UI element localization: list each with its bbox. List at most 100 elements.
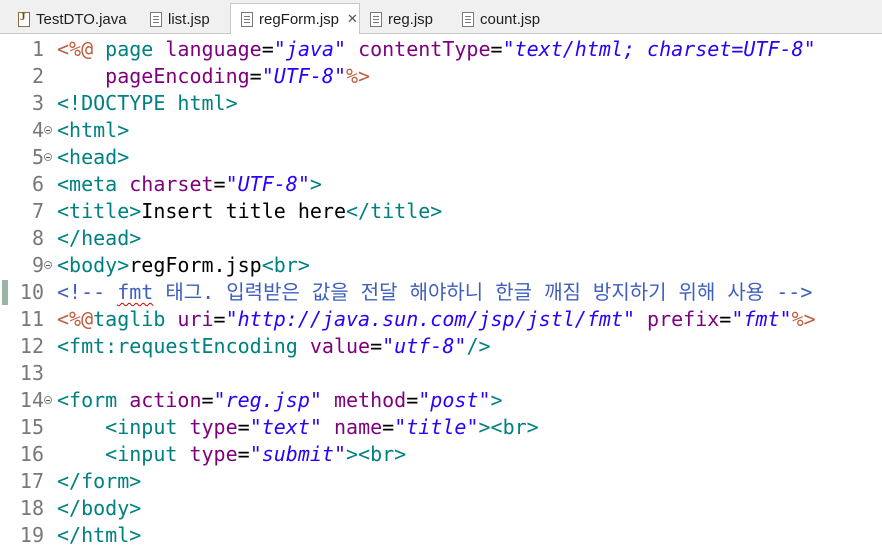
line-number: 7 bbox=[31, 199, 44, 223]
code-line[interactable]: 9 <body>regForm.jsp<br> bbox=[0, 252, 882, 279]
code-line[interactable]: 7 <title>Insert title here</title> bbox=[0, 198, 882, 225]
code-token: "title" bbox=[394, 415, 479, 439]
code-token: = bbox=[213, 307, 226, 331]
code-token: "http://java.sun.com/jsp/jstl/fmt" bbox=[225, 307, 635, 331]
code-line[interactable]: 12 <fmt:requestEncoding value="utf-8"/> bbox=[0, 333, 882, 360]
code-token: = bbox=[261, 37, 274, 61]
code-line[interactable]: 14 <form action="reg.jsp" method="post"> bbox=[0, 387, 882, 414]
code-token: = bbox=[213, 172, 226, 196]
tab-label: regForm.jsp bbox=[259, 10, 340, 28]
code-text: <html> bbox=[57, 117, 129, 144]
code-token: </form> bbox=[57, 469, 142, 493]
code-line[interactable]: 19 </html> bbox=[0, 522, 882, 549]
code-token: <input bbox=[105, 415, 190, 439]
code-line[interactable]: 15 <input type="text" name="title"><br> bbox=[0, 414, 882, 441]
code-text: <input type="text" name="title"><br> bbox=[57, 414, 539, 441]
line-number: 2 bbox=[31, 64, 44, 88]
code-text: <%@ page language="java" contentType="te… bbox=[57, 36, 816, 63]
line-number: 17 bbox=[19, 469, 44, 493]
java-file-icon bbox=[18, 11, 30, 27]
code-token: = bbox=[201, 388, 214, 412]
code-token: = bbox=[490, 37, 503, 61]
code-text: <fmt:requestEncoding value="utf-8"/> bbox=[57, 333, 491, 360]
code-token: "post" bbox=[418, 388, 491, 412]
code-text: <body>regForm.jsp<br> bbox=[57, 252, 310, 279]
code-token: <!DOCTYPE bbox=[57, 91, 178, 115]
code-line[interactable]: 13 bbox=[0, 360, 882, 387]
code-token: > bbox=[225, 91, 238, 115]
code-token: "java" bbox=[273, 37, 347, 61]
code-line[interactable]: 16 <input type="submit"><br> bbox=[0, 441, 882, 468]
tab-count-jsp[interactable]: count.jsp bbox=[452, 4, 540, 34]
code-token: <head> bbox=[57, 145, 130, 169]
code-line[interactable]: 4 <html> bbox=[0, 117, 882, 144]
code-token: = bbox=[370, 334, 383, 358]
close-icon[interactable]: ✕ bbox=[347, 11, 358, 27]
code-token: <input bbox=[105, 442, 190, 466]
code-token: name bbox=[333, 415, 383, 439]
code-editor[interactable]: 1 <%@ page language="java" contentType="t… bbox=[0, 34, 882, 557]
tab-testdto-java[interactable]: TestDTO.java bbox=[8, 4, 127, 34]
tab-regform-jsp[interactable]: regForm.jsp ✕ bbox=[230, 3, 360, 34]
misspelled-word: fmt bbox=[117, 280, 154, 304]
tab-list-jsp[interactable]: list.jsp bbox=[140, 4, 210, 34]
code-token: contentType bbox=[358, 37, 491, 61]
editor-tab-bar: TestDTO.java list.jsp regForm.jsp ✕ reg.… bbox=[0, 0, 882, 34]
fold-toggle-icon[interactable] bbox=[44, 153, 52, 161]
code-line[interactable]: 6 <meta charset="UTF-8"> bbox=[0, 171, 882, 198]
code-token: type bbox=[189, 442, 238, 466]
code-token: <%@ bbox=[57, 37, 106, 61]
code-token: <meta bbox=[57, 172, 130, 196]
code-line[interactable]: 8 </head> bbox=[0, 225, 882, 252]
code-token: <!-- bbox=[57, 280, 118, 304]
code-line[interactable]: 1 <%@ page language="java" contentType="t… bbox=[0, 36, 882, 63]
code-text: <meta charset="UTF-8"> bbox=[57, 171, 322, 198]
code-line[interactable]: 10 <!-- fmt 태그. 입력받은 값을 전달 해야하니 한글 깨짐 방지하… bbox=[0, 279, 882, 306]
fold-toggle-icon[interactable] bbox=[44, 261, 52, 269]
code-text: pageEncoding="UTF-8"%> bbox=[57, 63, 370, 90]
code-text: </html> bbox=[57, 522, 141, 549]
code-line[interactable]: 5 <head> bbox=[0, 144, 882, 171]
code-token: charset bbox=[129, 172, 214, 196]
code-token: Insert title here bbox=[141, 199, 346, 223]
code-line[interactable]: 18 </body> bbox=[0, 495, 882, 522]
fold-toggle-icon[interactable] bbox=[44, 396, 52, 404]
code-text: </form> bbox=[57, 468, 141, 495]
code-token: "UTF-8" bbox=[261, 64, 347, 88]
tab-reg-jsp[interactable]: reg.jsp bbox=[360, 4, 433, 34]
code-token: = bbox=[406, 388, 419, 412]
code-token: %> bbox=[346, 64, 371, 88]
code-token: = bbox=[249, 64, 262, 88]
code-token: "reg.jsp" bbox=[213, 388, 322, 412]
jsp-file-icon bbox=[462, 11, 474, 27]
code-token: page bbox=[105, 37, 166, 61]
line-number: 16 bbox=[19, 442, 44, 466]
code-token: <form bbox=[57, 388, 130, 412]
line-number: 4 bbox=[31, 118, 44, 142]
tab-label: list.jsp bbox=[168, 10, 210, 28]
code-token: value bbox=[309, 334, 371, 358]
code-line[interactable]: 2 pageEncoding="UTF-8"%> bbox=[0, 63, 882, 90]
code-token: <%@ bbox=[57, 307, 94, 331]
code-line[interactable]: 17 </form> bbox=[0, 468, 882, 495]
code-token: uri bbox=[177, 307, 214, 331]
code-line[interactable]: 11 <%@taglib uri="http://java.sun.com/jsp… bbox=[0, 306, 882, 333]
code-text: <title>Insert title here</title> bbox=[57, 198, 442, 225]
code-token: </html> bbox=[57, 523, 142, 547]
fold-toggle-icon[interactable] bbox=[44, 126, 52, 134]
jsp-file-icon bbox=[241, 11, 253, 27]
code-token: "fmt" bbox=[731, 307, 792, 331]
code-token: method bbox=[333, 388, 407, 412]
line-number: 6 bbox=[31, 172, 44, 196]
tab-label: count.jsp bbox=[480, 10, 541, 28]
code-line[interactable]: 3 <!DOCTYPE html> bbox=[0, 90, 882, 117]
code-text: </body> bbox=[57, 495, 141, 522]
jsp-file-icon bbox=[370, 11, 382, 27]
code-token: "submit" bbox=[249, 442, 347, 466]
line-number: 8 bbox=[31, 226, 44, 250]
code-token: <fmt:requestEncoding bbox=[57, 334, 310, 358]
code-token: </body> bbox=[57, 496, 142, 520]
line-number: 1 bbox=[31, 37, 44, 61]
